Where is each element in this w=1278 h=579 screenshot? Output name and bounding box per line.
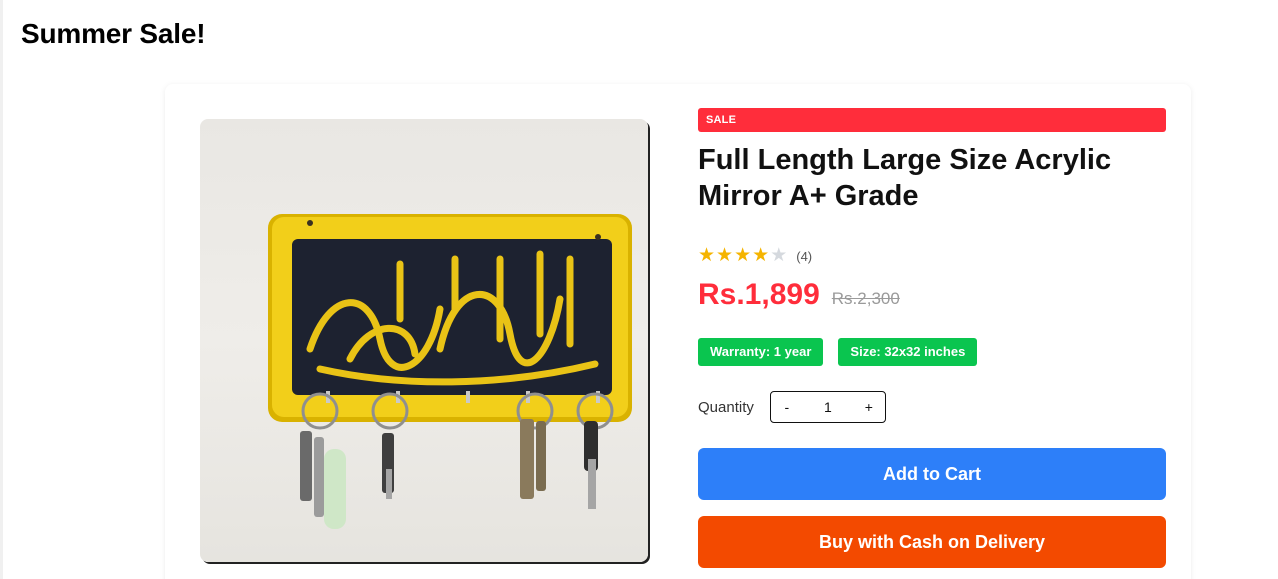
quantity-label: Quantity [698, 398, 754, 416]
quantity-stepper: - 1 + [769, 391, 886, 423]
original-price: Rs.2,300 [831, 289, 900, 308]
product-details: SALE Full Length Large Size Acrylic Mirr… [698, 108, 1166, 568]
price-row: Rs.1,899 Rs.2,300 [698, 278, 1166, 318]
current-price: Rs.1,899 [698, 278, 820, 311]
product-card: SALE Full Length Large Size Acrylic Mirr… [165, 84, 1191, 579]
size-tag: Size: 32x32 inches [838, 338, 978, 366]
page-title: Summer Sale! [21, 18, 206, 49]
star-empty-icon: ★ [770, 245, 788, 266]
buy-cod-button[interactable]: Buy with Cash on Delivery [698, 516, 1166, 568]
page: Summer Sale! SALE Full Length Large Size… [0, 0, 1278, 579]
warranty-tag: Warranty: 1 year [698, 338, 824, 366]
increment-button[interactable]: + [853, 399, 885, 415]
review-count: (4) [796, 248, 813, 264]
star-filled-icon: ★ [734, 245, 752, 266]
rating: ★ ★ ★ ★ ★ (4) [698, 246, 1166, 266]
quantity-row: Quantity - 1 + [698, 390, 1166, 424]
product-image[interactable] [200, 119, 648, 562]
product-tags: Warranty: 1 year Size: 32x32 inches [698, 338, 1166, 366]
product-name: Full Length Large Size Acrylic Mirror A+… [698, 144, 1112, 212]
star-filled-icon: ★ [752, 245, 770, 266]
decrement-button[interactable]: - [771, 399, 803, 415]
quantity-value[interactable]: 1 [803, 399, 853, 415]
star-filled-icon: ★ [716, 245, 734, 266]
sale-badge: SALE [698, 108, 1166, 132]
key-holder-image [268, 214, 632, 529]
add-to-cart-button[interactable]: Add to Cart [698, 448, 1166, 500]
star-filled-icon: ★ [698, 245, 716, 266]
